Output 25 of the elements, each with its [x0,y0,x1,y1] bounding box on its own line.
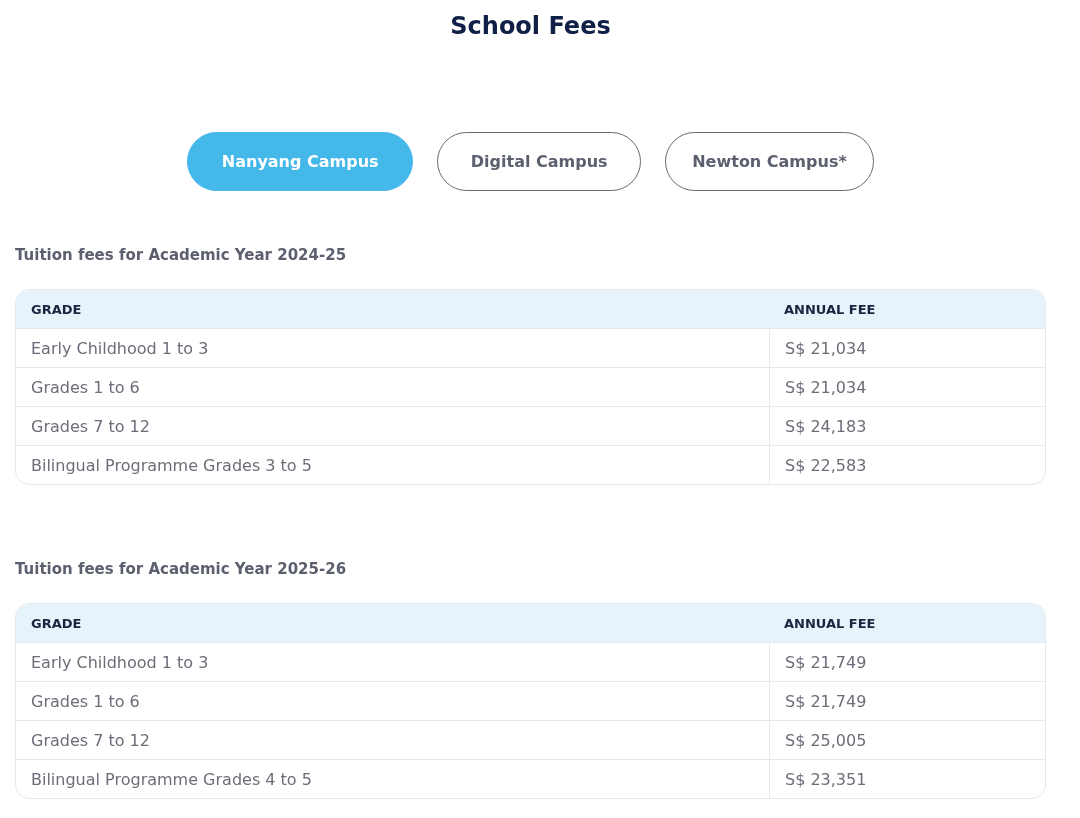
table-cell: S$ 21,034 [769,328,1045,367]
column-header: GRADE [16,604,769,642]
campus-tab[interactable]: Digital Campus [437,132,642,191]
table-cell: Grades 1 to 6 [16,367,769,406]
table-cell: Early Childhood 1 to 3 [16,642,769,681]
table-cell: Grades 7 to 12 [16,720,769,759]
table-cell: S$ 22,583 [769,445,1045,484]
table-cell: S$ 23,351 [769,759,1045,798]
table-cell: S$ 25,005 [769,720,1045,759]
column-header: ANNUAL FEE [769,604,1045,642]
table-cell: Bilingual Programme Grades 3 to 5 [16,445,769,484]
table-cell: S$ 21,034 [769,367,1045,406]
table-cell: Bilingual Programme Grades 4 to 5 [16,759,769,798]
section-heading: Tuition fees for Academic Year 2025-26 [15,559,348,579]
table-cell: Grades 1 to 6 [16,681,769,720]
table-cell: S$ 21,749 [769,642,1045,681]
table-cell: Grades 7 to 12 [16,406,769,445]
campus-tab[interactable]: Newton Campus* [665,132,874,191]
table-cell: S$ 21,749 [769,681,1045,720]
column-header: ANNUAL FEE [769,290,1045,328]
column-header: GRADE [16,290,769,328]
table-cell: Early Childhood 1 to 3 [16,328,769,367]
table-cell: S$ 24,183 [769,406,1045,445]
page-title: School Fees [449,11,612,42]
section-heading: Tuition fees for Academic Year 2024-25 [15,245,348,265]
